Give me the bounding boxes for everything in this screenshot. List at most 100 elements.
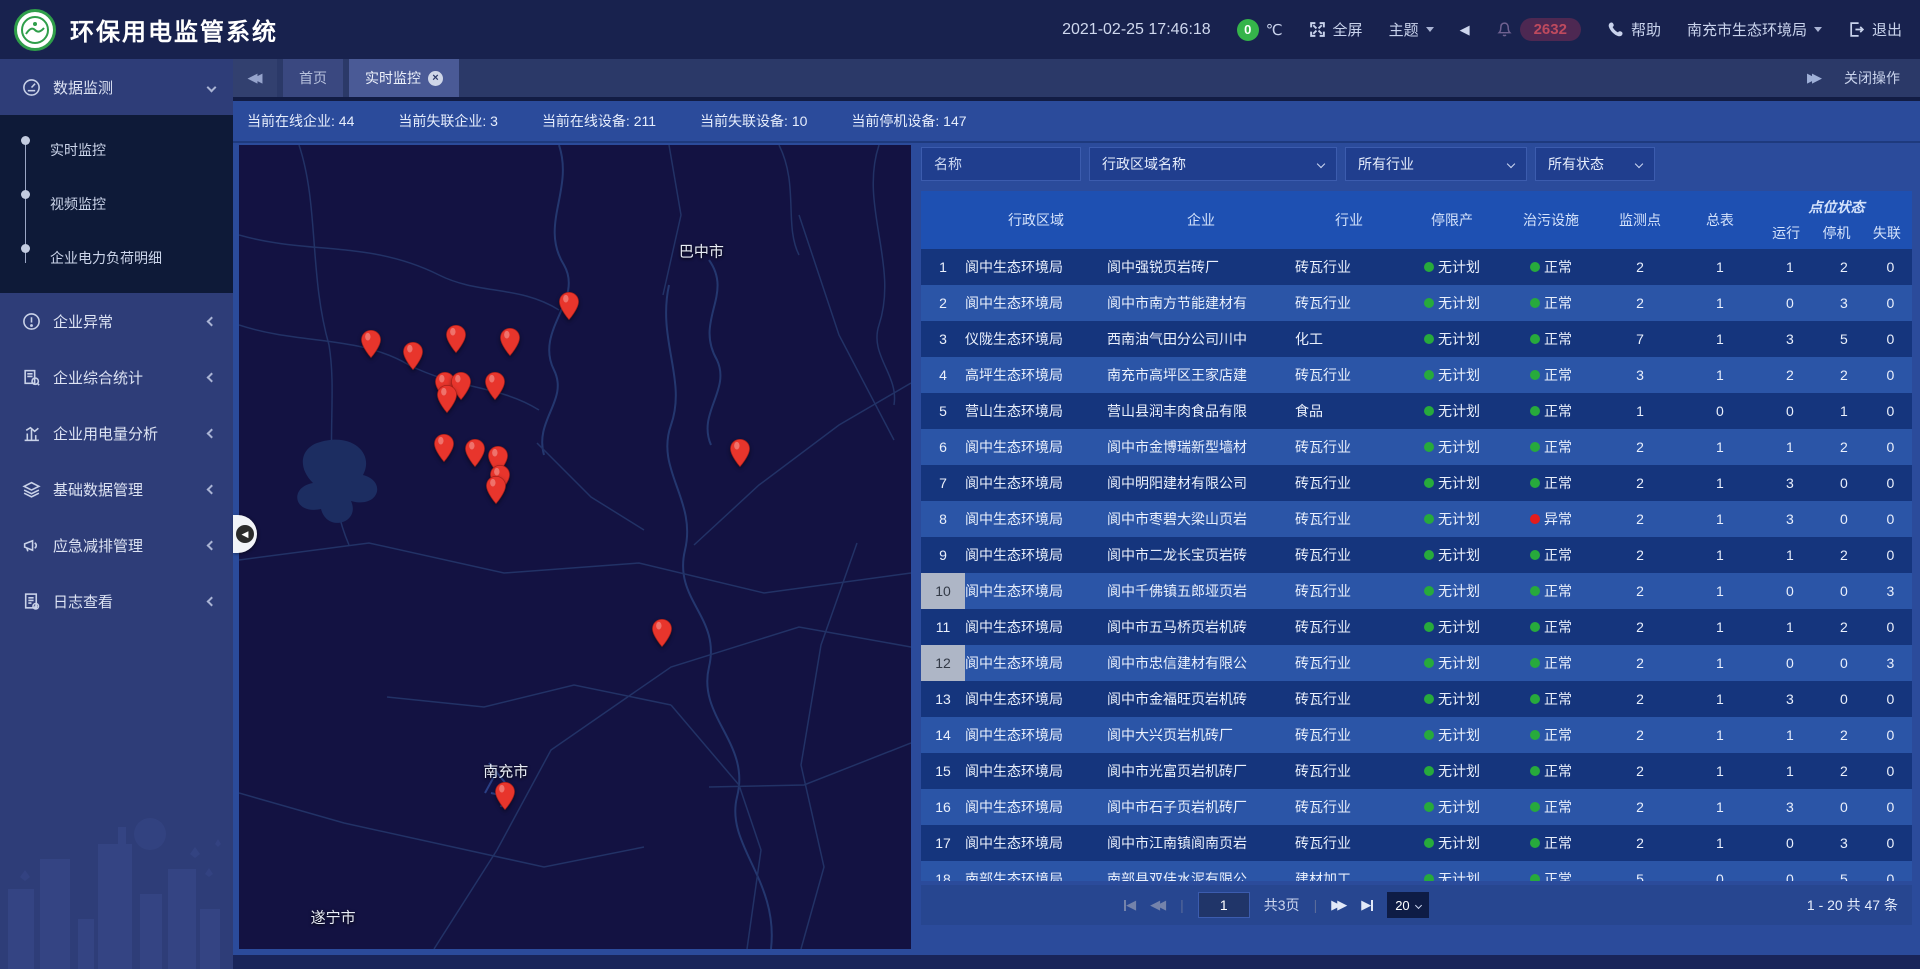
theme-dropdown[interactable]: 主题: [1389, 19, 1434, 40]
sidebar-item-power-load-detail[interactable]: 企业电力负荷明细: [0, 231, 233, 285]
table-row[interactable]: 3仪陇生态环境局西南油气田分公司川中化工无计划正常71350: [921, 321, 1912, 357]
status-filter-value: 所有状态: [1548, 154, 1604, 174]
sidebar-item-enterprise-statistics[interactable]: 企业综合统计: [0, 349, 233, 405]
map-marker[interactable]: [558, 292, 580, 321]
map-marker[interactable]: [433, 433, 455, 462]
stat-item: 当前失联设备: 10: [700, 111, 807, 131]
cell-monitor-count: 2: [1601, 753, 1679, 789]
industry-filter-select[interactable]: 所有行业: [1345, 147, 1527, 181]
submenu-item-label: 实时监控: [50, 140, 106, 160]
chart-icon: [22, 424, 41, 443]
sidebar-item-video-monitoring[interactable]: 视频监控: [0, 177, 233, 231]
cell-run-count: 1: [1761, 753, 1819, 789]
table-row[interactable]: 17阆中生态环境局阆中市江南镇阆南页岩砖瓦行业无计划正常21030: [921, 825, 1912, 861]
map-marker[interactable]: [485, 476, 507, 505]
table-row[interactable]: 11阆中生态环境局阆中市五马桥页岩机砖砖瓦行业无计划正常21120: [921, 609, 1912, 645]
cell-industry: 砖瓦行业: [1295, 429, 1403, 465]
fullscreen-button[interactable]: 全屏: [1309, 19, 1363, 40]
sidebar-item-power-analysis[interactable]: 企业用电量分析: [0, 405, 233, 461]
sidebar-item-enterprise-abnormal[interactable]: 企业异常: [0, 293, 233, 349]
cell-facility-status: 正常: [1501, 357, 1601, 393]
last-page-button[interactable]: ▶: [1361, 897, 1373, 913]
table-row[interactable]: 6阆中生态环境局阆中市金博瑞新型墙材砖瓦行业无计划正常21120: [921, 429, 1912, 465]
table-row[interactable]: 16阆中生态环境局阆中市石子页岩机砖厂砖瓦行业无计划正常21300: [921, 789, 1912, 825]
table-row[interactable]: 15阆中生态环境局阆中市光富页岩机砖厂砖瓦行业无计划正常21120: [921, 753, 1912, 789]
page-number-input[interactable]: [1198, 892, 1250, 918]
row-number: 5: [921, 393, 965, 429]
cell-lost-count: 0: [1869, 393, 1912, 429]
status-filter-select[interactable]: 所有状态: [1535, 147, 1655, 181]
next-page-button[interactable]: ▶▶: [1331, 897, 1347, 913]
table-row[interactable]: 8阆中生态环境局阆中市枣碧大梁山页岩砖瓦行业无计划异常21300: [921, 501, 1912, 537]
cell-stop-status: 无计划: [1403, 249, 1501, 285]
sidebar-item-emergency-reduction[interactable]: 应急减排管理: [0, 517, 233, 573]
name-filter[interactable]: [921, 147, 1081, 181]
cell-run-count: 0: [1761, 861, 1819, 881]
table-row[interactable]: 14阆中生态环境局阆中大兴页岩机砖厂砖瓦行业无计划正常21120: [921, 717, 1912, 753]
sidebar-item-log-view[interactable]: 日志查看: [0, 573, 233, 629]
cell-facility-status: 正常: [1501, 321, 1601, 357]
map-marker[interactable]: [464, 439, 486, 468]
cell-facility-status: 异常: [1501, 501, 1601, 537]
table-row[interactable]: 12阆中生态环境局阆中市忠信建材有限公砖瓦行业无计划正常21003: [921, 645, 1912, 681]
map[interactable]: 巴中市南充市遂宁市: [239, 145, 911, 949]
row-number: 6: [921, 429, 965, 465]
enterprise-table: 行政区域 企业 行业 停限产 治污设施 监测点 总表 点位状态 运行: [921, 191, 1912, 881]
cell-monitor-count: 1: [1601, 393, 1679, 429]
row-number: 17: [921, 825, 965, 861]
map-marker[interactable]: [651, 619, 673, 648]
tab-realtime-monitoring[interactable]: 实时监控 ×: [349, 59, 459, 97]
region-filter-select[interactable]: 行政区域名称: [1089, 147, 1337, 181]
map-marker[interactable]: [445, 324, 467, 353]
first-page-button[interactable]: ◀: [1124, 897, 1136, 913]
sidebar-item-data-monitoring[interactable]: 数据监测: [0, 59, 233, 115]
map-marker[interactable]: [484, 371, 506, 400]
region-filter-value: 行政区域名称: [1102, 154, 1186, 174]
cell-industry: 砖瓦行业: [1295, 465, 1403, 501]
map-marker[interactable]: [360, 329, 382, 358]
cell-monitor-count: 2: [1601, 249, 1679, 285]
sidebar-item-label: 应急减排管理: [53, 535, 143, 556]
table-row[interactable]: 2阆中生态环境局阆中市南方节能建材有砖瓦行业无计划正常21030: [921, 285, 1912, 321]
logout-button[interactable]: 退出: [1848, 19, 1902, 40]
prev-page-button[interactable]: ◀◀: [1150, 897, 1166, 913]
table-row[interactable]: 18南部生态环境局南部县双佳水泥有限公建材加工无计划正常50050: [921, 861, 1912, 881]
row-number: 12: [921, 645, 965, 681]
table-row[interactable]: 4高坪生态环境局南充市高坪区王家店建砖瓦行业无计划正常31220: [921, 357, 1912, 393]
table-row[interactable]: 10阆中生态环境局阆中千佛镇五郎垭页岩砖瓦行业无计划正常21003: [921, 573, 1912, 609]
table-row[interactable]: 9阆中生态环境局阆中市二龙长宝页岩砖砖瓦行业无计划正常21120: [921, 537, 1912, 573]
cell-halt-count: 5: [1819, 321, 1869, 357]
scroll-tabs-left-button[interactable]: ◀◀: [233, 59, 277, 97]
close-tab-icon[interactable]: ×: [428, 71, 443, 86]
status-dot: [1424, 766, 1434, 776]
map-marker[interactable]: [499, 328, 521, 357]
map-marker[interactable]: [494, 782, 516, 811]
cell-run-count: 3: [1761, 681, 1819, 717]
cell-industry: 砖瓦行业: [1295, 573, 1403, 609]
status-dot: [1424, 478, 1434, 488]
cell-halt-count: 2: [1819, 537, 1869, 573]
close-operations-dropdown[interactable]: 关闭操作: [1844, 68, 1900, 88]
table-row[interactable]: 1阆中生态环境局阆中强锐页岩砖厂砖瓦行业无计划正常21120: [921, 249, 1912, 285]
table-row[interactable]: 13阆中生态环境局阆中市金福旺页岩机砖砖瓦行业无计划正常21300: [921, 681, 1912, 717]
sidebar-item-realtime-monitoring[interactable]: 实时监控: [0, 123, 233, 177]
alarm-counter[interactable]: 2632: [1496, 18, 1581, 41]
table-row[interactable]: 5营山生态环境局营山县润丰肉食品有限食品无计划正常10010: [921, 393, 1912, 429]
sidebar-item-basic-data[interactable]: 基础数据管理: [0, 461, 233, 517]
page-size-select[interactable]: 20: [1387, 892, 1428, 918]
status-dot: [1424, 874, 1434, 881]
cell-lost-count: 0: [1869, 321, 1912, 357]
header-disconnected: 失联: [1862, 223, 1912, 243]
help-button[interactable]: 帮助: [1607, 19, 1661, 40]
table-row[interactable]: 7阆中生态环境局阆中明阳建材有限公司砖瓦行业无计划正常21300: [921, 465, 1912, 501]
scroll-tabs-right-button[interactable]: ▶▶: [1807, 70, 1822, 86]
tab-home[interactable]: 首页: [283, 59, 343, 97]
map-marker[interactable]: [729, 439, 751, 468]
sound-mute-button[interactable]: ◀: [1460, 22, 1470, 38]
map-marker[interactable]: [402, 341, 424, 370]
cell-run-count: 3: [1761, 501, 1819, 537]
name-filter-input[interactable]: [934, 156, 1068, 172]
cell-lost-count: 0: [1869, 825, 1912, 861]
map-marker[interactable]: [436, 384, 458, 413]
org-dropdown[interactable]: 南充市生态环境局: [1687, 19, 1822, 40]
